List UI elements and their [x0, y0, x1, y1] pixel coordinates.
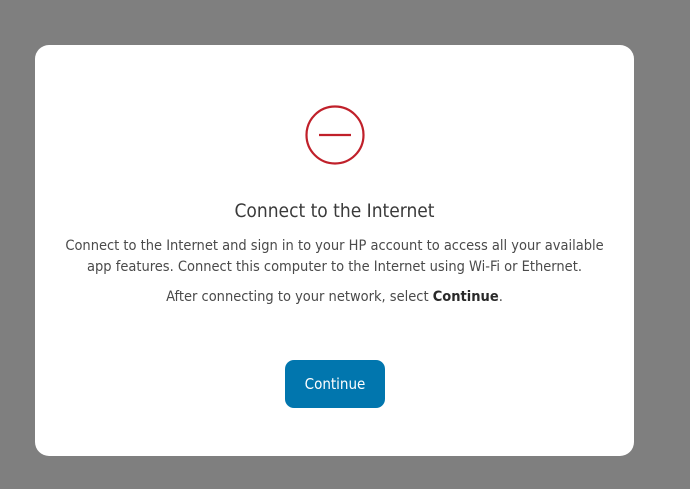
instruction-emphasis: Continue [432, 289, 499, 305]
dialog-description: Connect to the Internet and sign in to y… [65, 238, 604, 275]
no-connection-icon [304, 104, 366, 166]
dialog-instruction: After connecting to your network, select… [55, 287, 614, 307]
connect-internet-dialog: Connect to the Internet Connect to the I… [35, 45, 634, 456]
dialog-title: Connect to the Internet [234, 200, 435, 222]
instruction-prefix: After connecting to your network, select [166, 289, 433, 305]
continue-button[interactable]: Continue [285, 360, 385, 408]
instruction-suffix: . [498, 289, 503, 305]
